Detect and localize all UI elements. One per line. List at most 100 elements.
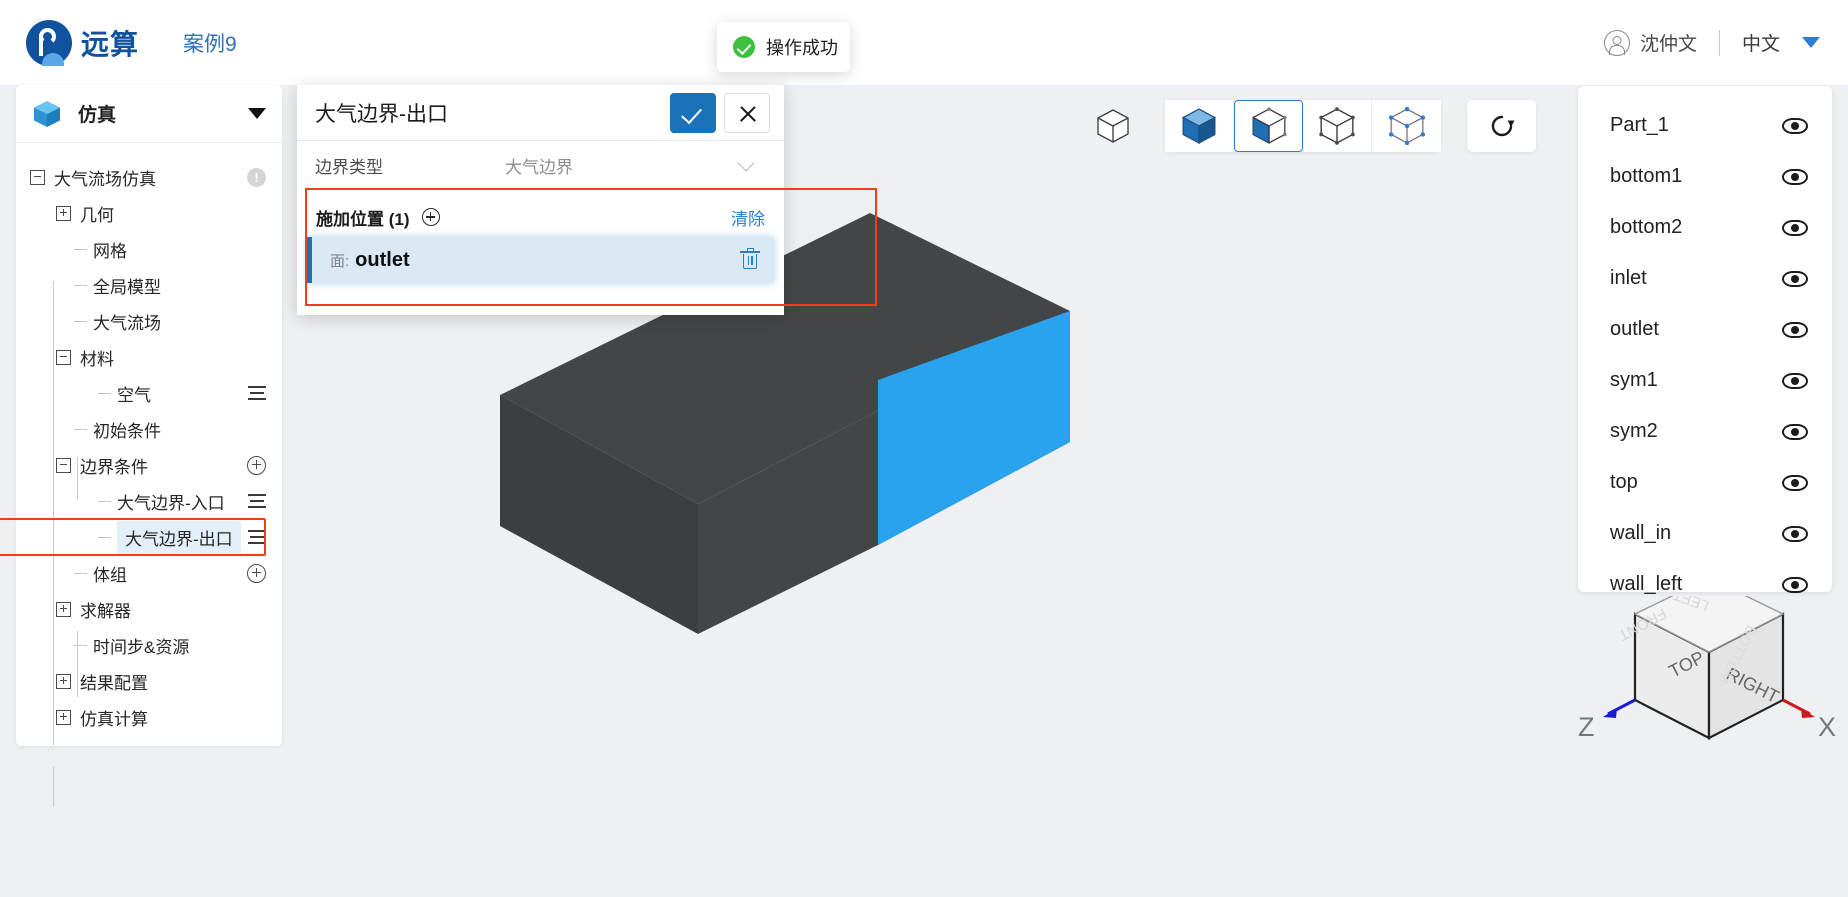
tree-item-8[interactable]: 边界条件 xyxy=(16,447,282,483)
field-underline xyxy=(495,188,774,189)
part-list-item[interactable]: Part_1 xyxy=(1578,100,1832,151)
tree-item-6[interactable]: 空气 xyxy=(16,375,282,411)
part-label: sym1 xyxy=(1610,369,1658,391)
visibility-eye-icon[interactable] xyxy=(1782,576,1808,593)
item-menu-icon[interactable] xyxy=(248,494,266,508)
view-cube-plain-icon[interactable] xyxy=(1085,100,1141,152)
tree-item-label-box: 时间步&资源 xyxy=(93,633,189,658)
tree-item-15[interactable]: 仿真计算 xyxy=(16,699,282,735)
clear-locations-link[interactable]: 清除 xyxy=(731,205,765,230)
add-location-icon[interactable] xyxy=(421,208,440,226)
brand-name: 远算 xyxy=(81,28,140,60)
tree-item-label-box: 几何 xyxy=(80,201,114,226)
tree-item-4[interactable]: 大气流场 xyxy=(16,303,282,339)
location-item-prefix: 面: xyxy=(330,252,350,270)
cancel-button[interactable] xyxy=(724,92,770,133)
part-list-item[interactable]: outlet xyxy=(1578,304,1832,355)
tree-item-2[interactable]: 网格 xyxy=(16,231,282,267)
visibility-eye-icon[interactable] xyxy=(1782,474,1808,491)
shade-solid-button[interactable] xyxy=(1165,100,1234,152)
visibility-eye-icon[interactable] xyxy=(1782,270,1808,287)
language-label[interactable]: 中文 xyxy=(1742,29,1780,56)
visibility-eye-icon[interactable] xyxy=(1782,168,1808,185)
tree-branch-line xyxy=(74,572,87,574)
tree-branch-line xyxy=(74,284,87,286)
part-list-item[interactable]: inlet xyxy=(1578,253,1832,304)
expand-icon[interactable] xyxy=(56,709,71,725)
warning-icon: ! xyxy=(247,167,266,187)
tree-branch-line xyxy=(74,320,87,322)
part-list-item[interactable]: bottom2 xyxy=(1578,202,1832,253)
expand-icon[interactable] xyxy=(56,205,71,221)
tree-item-0[interactable]: 大气流场仿真! xyxy=(16,159,282,195)
tree-item-label-box: 结果配置 xyxy=(80,669,148,694)
visibility-eye-icon[interactable] xyxy=(1782,321,1808,338)
tree-item-3[interactable]: 全局模型 xyxy=(16,267,282,303)
tree-item-14[interactable]: 结果配置 xyxy=(16,663,282,699)
item-menu-icon[interactable] xyxy=(248,386,266,400)
tree-item-label: 时间步&资源 xyxy=(93,637,190,657)
user-name: 沈仲文 xyxy=(1639,34,1697,55)
boundary-type-row[interactable]: 边界类型 大气边界 xyxy=(297,141,784,189)
expand-icon[interactable] xyxy=(56,673,71,689)
item-menu-icon[interactable] xyxy=(248,530,266,544)
collapse-icon[interactable] xyxy=(56,457,71,473)
chevron-down-icon[interactable] xyxy=(248,108,266,119)
part-list-item[interactable]: wall_in xyxy=(1578,508,1832,559)
delete-icon[interactable] xyxy=(740,248,760,271)
visibility-eye-icon[interactable] xyxy=(1782,525,1808,542)
apply-location-list: 面: outlet xyxy=(307,237,774,283)
part-label: wall_in xyxy=(1610,522,1672,544)
tree-item-9[interactable]: 大气边界-入口 xyxy=(16,483,282,519)
part-list-item[interactable]: sym1 xyxy=(1578,355,1832,406)
tree-item-tail xyxy=(248,530,266,544)
visibility-eye-icon[interactable] xyxy=(1782,423,1808,440)
shade-wireframe-button[interactable] xyxy=(1303,100,1372,152)
simulation-tree-header[interactable]: 仿真 xyxy=(16,85,282,143)
reset-view-button[interactable] xyxy=(1467,100,1536,152)
tree-item-label-box: 空气 xyxy=(117,381,151,406)
brand-logo[interactable]: 远算 xyxy=(26,19,140,66)
expand-icon[interactable] xyxy=(56,601,71,617)
tree-item-tail xyxy=(248,386,266,400)
visibility-eye-icon[interactable] xyxy=(1782,219,1808,236)
tree-item-label-box: 仿真计算 xyxy=(80,705,148,730)
success-check-icon xyxy=(733,36,755,58)
apply-location-header: 施加位置 (1) 清除 xyxy=(307,197,774,237)
add-icon[interactable] xyxy=(247,455,266,475)
visibility-eye-icon[interactable] xyxy=(1782,372,1808,389)
tree-item-10[interactable]: 大气边界-出口 xyxy=(16,519,282,555)
tree-item-label: 材料 xyxy=(80,349,114,369)
part-label: top xyxy=(1610,471,1638,493)
part-list-item[interactable]: top xyxy=(1578,457,1832,508)
case-title[interactable]: 案例9 xyxy=(183,28,237,58)
tree-item-7[interactable]: 初始条件 xyxy=(16,411,282,447)
collapse-icon[interactable] xyxy=(56,349,71,365)
tree-item-label: 网格 xyxy=(93,241,127,261)
add-icon[interactable] xyxy=(247,563,266,583)
confirm-button[interactable] xyxy=(670,92,716,133)
shade-points-button[interactable] xyxy=(1372,100,1441,152)
tree-item-11[interactable]: 体组 xyxy=(16,555,282,591)
chevron-down-icon[interactable] xyxy=(737,154,755,171)
chevron-down-icon[interactable] xyxy=(1802,37,1820,48)
user-menu[interactable]: 沈仲文 xyxy=(1603,29,1697,56)
visibility-eye-icon[interactable] xyxy=(1782,117,1808,134)
tree-item-13[interactable]: 时间步&资源 xyxy=(16,627,282,663)
logo-mark-icon xyxy=(26,19,72,66)
tree-item-12[interactable]: 求解器 xyxy=(16,591,282,627)
orientation-gizmo[interactable]: TOP RIGHT FRONT LEFT BOTTOM Z X xyxy=(1570,577,1848,846)
app-root: 远算 案例9 沈仲文 中文 操作成功 仿真 大气流场仿真 ! 几何 网格 全局模… xyxy=(0,0,1848,897)
tree-item-tail xyxy=(247,455,266,475)
tree-item-label: 结果配置 xyxy=(80,673,148,693)
boundary-type-value: 大气边界 xyxy=(505,157,573,177)
shade-face-button[interactable] xyxy=(1234,100,1303,152)
part-list-item[interactable]: sym2 xyxy=(1578,406,1832,457)
tree-item-label: 大气边界-出口 xyxy=(125,529,233,549)
location-item[interactable]: 面: outlet xyxy=(307,237,774,283)
tree-item-1[interactable]: 几何 xyxy=(16,195,282,231)
part-list-item[interactable]: bottom1 xyxy=(1578,151,1832,202)
simulation-tree: 大气流场仿真! 几何网格全局模型 大气流场材料 空气初始条件 边界条件 大气边界-入口大气… xyxy=(16,143,282,735)
collapse-icon[interactable] xyxy=(30,169,45,185)
tree-item-5[interactable]: 材料 xyxy=(16,339,282,375)
